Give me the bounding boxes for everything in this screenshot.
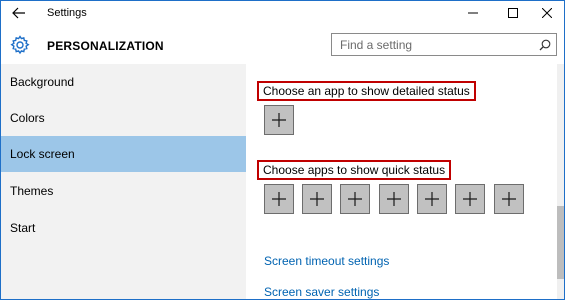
plus-icon (348, 192, 362, 206)
settings-window: Settings PERSONALIZATION Find a setting … (0, 0, 565, 300)
plus-icon (463, 192, 477, 206)
plus-icon (502, 192, 516, 206)
plus-icon (272, 113, 286, 127)
plus-icon (425, 192, 439, 206)
add-quick-status-app-button[interactable] (494, 184, 524, 214)
sidebar-item-label: Background (10, 75, 75, 89)
close-button[interactable] (530, 1, 564, 25)
search-icon[interactable] (539, 39, 551, 51)
add-quick-status-app-button[interactable] (455, 184, 485, 214)
vertical-scrollbar[interactable] (557, 64, 564, 299)
close-icon (542, 8, 552, 18)
sidebar-item-lock-screen[interactable]: Lock screen (1, 136, 246, 172)
add-quick-status-app-button[interactable] (340, 184, 370, 214)
sidebar-item-start[interactable]: Start (1, 210, 246, 246)
sidebar-item-background[interactable]: Background (1, 64, 246, 100)
plus-icon (272, 192, 286, 206)
add-quick-status-app-button[interactable] (302, 184, 332, 214)
search-input[interactable] (332, 34, 532, 55)
sidebar-item-colors[interactable]: Colors (1, 100, 246, 136)
screen-saver-settings-link[interactable]: Screen saver settings (264, 285, 379, 299)
sidebar-item-label: Lock screen (10, 147, 75, 161)
detailed-status-heading: Choose an app to show detailed status (257, 81, 476, 101)
main-content: Choose an app to show detailed status Ch… (246, 64, 557, 299)
screen-timeout-settings-link[interactable]: Screen timeout settings (264, 254, 389, 268)
scrollbar-thumb[interactable] (557, 206, 564, 279)
window-title: Settings (47, 7, 87, 19)
title-bar: Settings (1, 1, 564, 26)
search-box (331, 33, 557, 56)
sidebar-item-themes[interactable]: Themes (1, 173, 246, 209)
maximize-icon (508, 8, 518, 18)
minimize-icon (468, 12, 478, 14)
sidebar-item-label: Start (10, 221, 36, 235)
plus-icon (387, 192, 401, 206)
quick-status-heading: Choose apps to show quick status (257, 160, 452, 180)
page-title: PERSONALIZATION (47, 39, 164, 53)
sidebar-item-label: Colors (10, 111, 45, 125)
add-quick-status-app-button[interactable] (379, 184, 409, 214)
minimize-button[interactable] (456, 1, 490, 25)
gear-icon (10, 35, 30, 55)
sidebar: Background Colors Lock screen Themes Sta… (1, 64, 246, 299)
add-detailed-status-app-button[interactable] (264, 105, 294, 135)
arrow-left-icon (12, 7, 25, 19)
add-quick-status-app-button[interactable] (417, 184, 447, 214)
settings-header: PERSONALIZATION (1, 26, 564, 66)
back-button[interactable] (7, 3, 31, 23)
sidebar-item-label: Themes (10, 184, 54, 198)
add-quick-status-app-button[interactable] (264, 184, 294, 214)
maximize-button[interactable] (496, 1, 530, 25)
plus-icon (310, 192, 324, 206)
